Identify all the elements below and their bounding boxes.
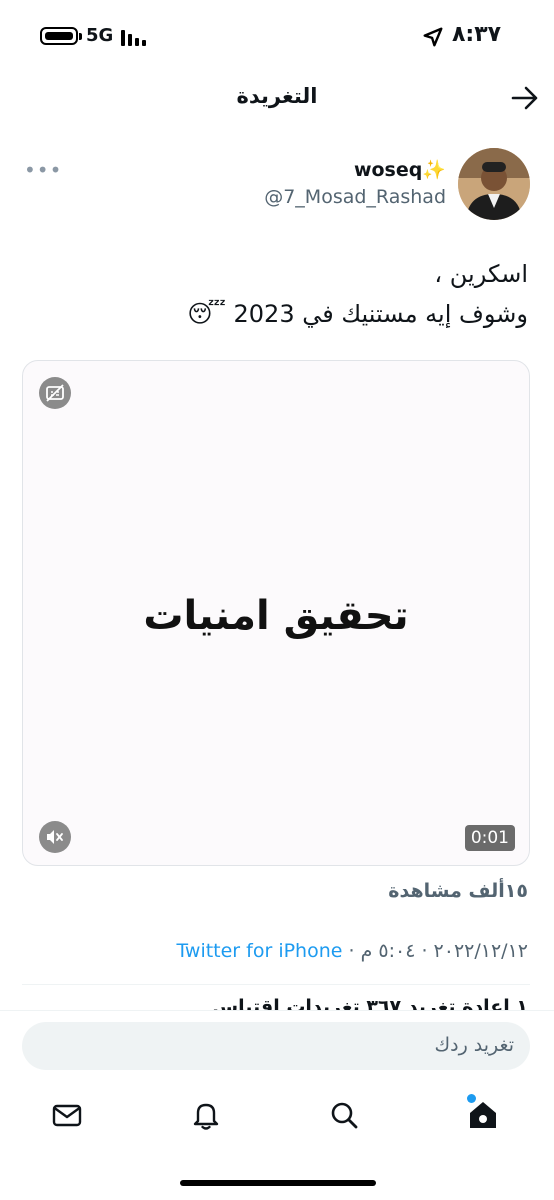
divider bbox=[22, 984, 530, 985]
signal-icon bbox=[121, 30, 146, 46]
speaker-muted-icon bbox=[47, 830, 63, 844]
home-indicator bbox=[180, 1180, 376, 1186]
messages-icon[interactable] bbox=[50, 1098, 84, 1132]
notifications-icon[interactable] bbox=[189, 1098, 223, 1132]
tweet-source-link[interactable]: Twitter for iPhone bbox=[176, 940, 342, 962]
avatar[interactable] bbox=[458, 148, 530, 220]
more-options-icon[interactable]: ••• bbox=[24, 158, 62, 182]
home-notification-dot bbox=[467, 1094, 476, 1103]
author-handle[interactable]: @7_Mosad_Rashad bbox=[264, 186, 446, 208]
battery-icon bbox=[40, 27, 82, 45]
tweet-video[interactable]: تحقيق امنيات 0:01 bbox=[22, 360, 530, 866]
status-time: ٨:٣٧ bbox=[452, 22, 502, 47]
page-title: التغريدة bbox=[236, 84, 318, 108]
avatar-image bbox=[458, 148, 530, 220]
video-duration: 0:01 bbox=[464, 825, 515, 851]
author-display-name[interactable]: woseq✨ bbox=[354, 158, 446, 181]
mute-button[interactable] bbox=[39, 821, 71, 853]
tweet-text: اسكرين ، وشوف إيه مستنيك في 2023 😴 bbox=[187, 260, 528, 328]
tweet-date-time: ٢٠٢٢/١٢/١٢ · ٥:٠٤ م · bbox=[342, 940, 529, 962]
video-caption: تحقيق امنيات bbox=[143, 593, 409, 639]
search-icon[interactable] bbox=[327, 1098, 361, 1132]
captions-off-icon bbox=[46, 384, 64, 402]
location-arrow-icon bbox=[423, 27, 443, 47]
home-icon[interactable] bbox=[466, 1098, 500, 1132]
view-count: ١٥ألف مشاهدة bbox=[388, 880, 528, 902]
reply-placeholder: تغريد ردك bbox=[434, 1034, 514, 1056]
network-label: 5G bbox=[86, 25, 114, 46]
back-arrow-icon[interactable] bbox=[510, 84, 540, 112]
tweet-meta: ٢٠٢٢/١٢/١٢ · ٥:٠٤ م · Twitter for iPhone bbox=[176, 940, 528, 962]
captions-off-button[interactable] bbox=[39, 377, 71, 409]
